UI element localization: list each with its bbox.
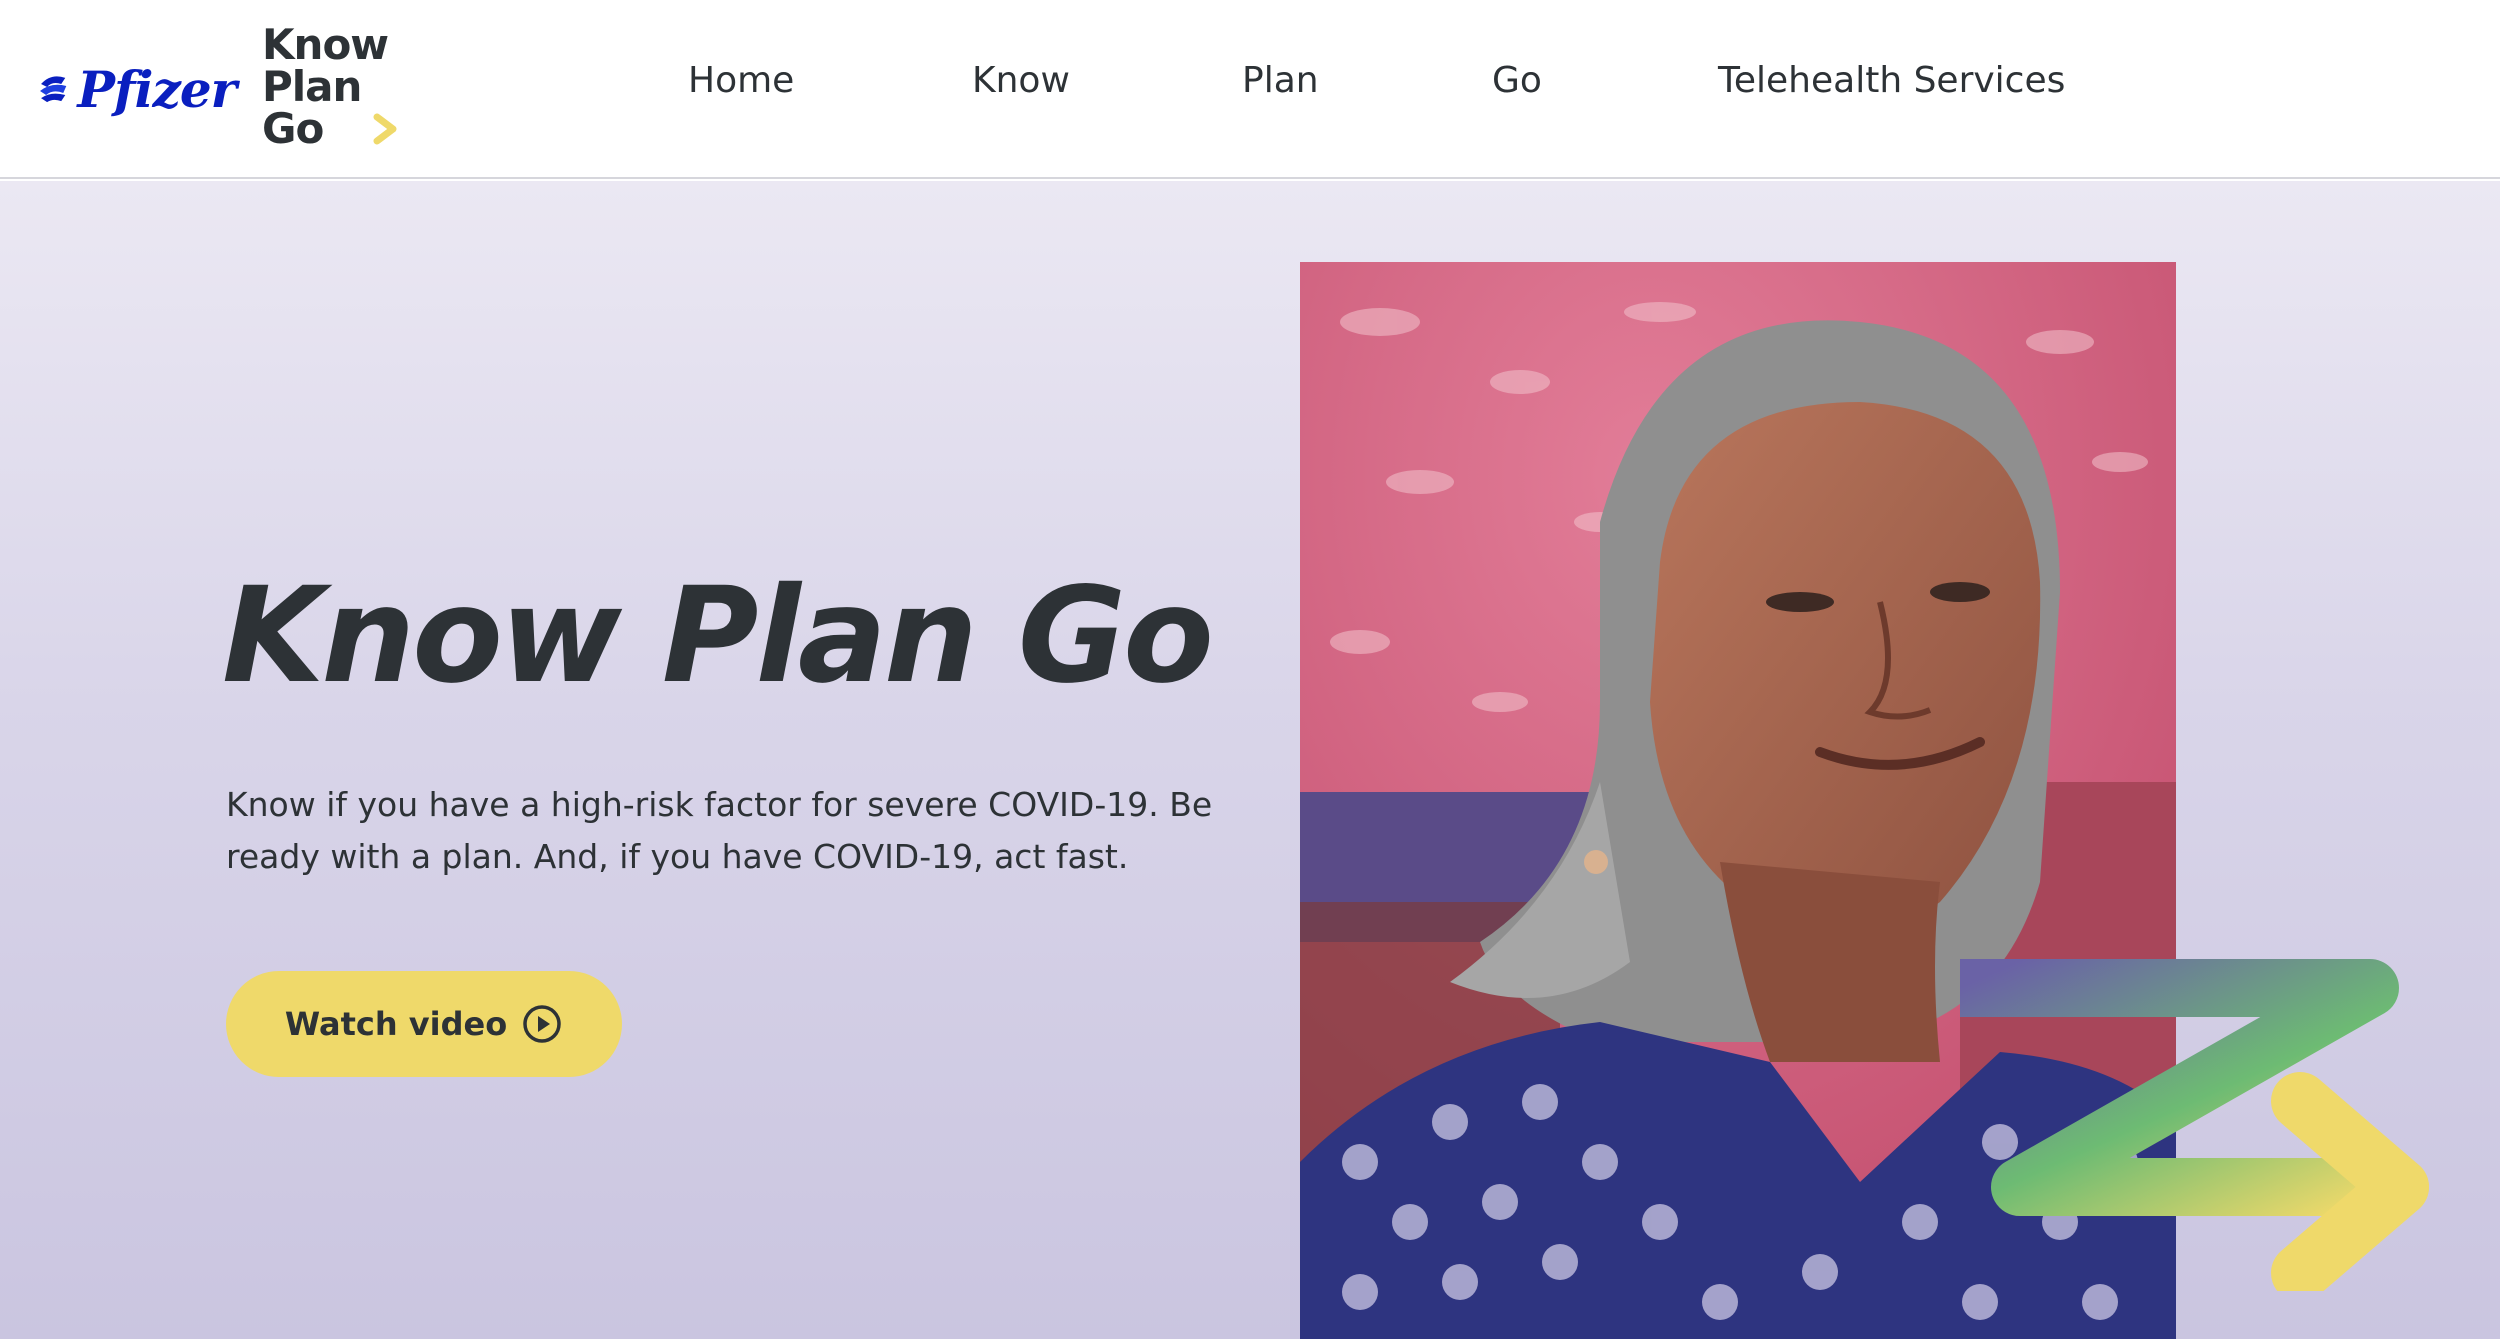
nav-item-know[interactable]: Know bbox=[972, 60, 1070, 101]
nav-item-plan[interactable]: Plan bbox=[1242, 60, 1319, 101]
watch-video-button[interactable]: Watch video bbox=[226, 971, 622, 1077]
site-header: Pfizer Know Plan Go Home Know Plan Go Te… bbox=[0, 0, 2500, 179]
nav-item-go[interactable]: Go bbox=[1492, 60, 1542, 101]
nav-item-home[interactable]: Home bbox=[688, 60, 794, 101]
play-circle-icon bbox=[523, 1005, 561, 1043]
hero-description: Know if you have a high-risk factor for … bbox=[226, 785, 1213, 876]
hero-title: Know Plan Go bbox=[222, 559, 1214, 713]
hero-section: Know Plan Go Know if you have a high-ris… bbox=[0, 181, 2500, 1339]
watch-video-label: Watch video bbox=[284, 1005, 508, 1043]
gradient-arrow-icon bbox=[1960, 959, 2429, 1291]
main-nav: Home Know Plan Go Telehealth Services bbox=[0, 60, 2500, 116]
nav-item-telehealth[interactable]: Telehealth Services bbox=[1718, 60, 2065, 101]
